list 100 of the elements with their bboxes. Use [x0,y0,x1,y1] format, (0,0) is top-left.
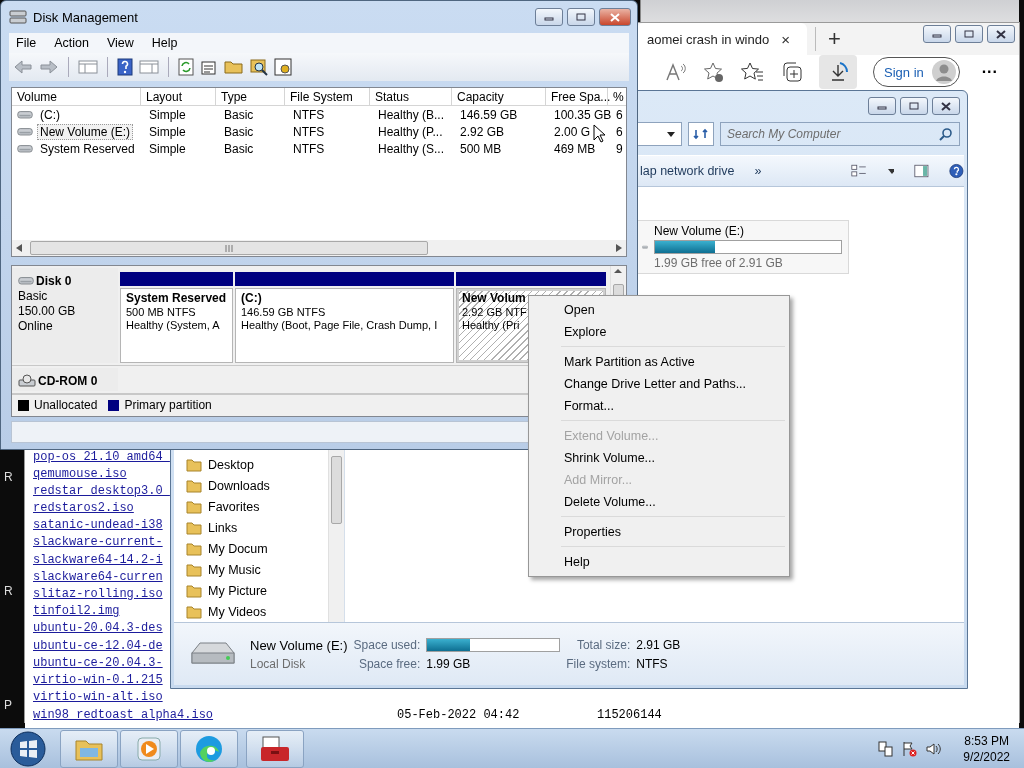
partition-block[interactable]: (C:) 146.59 GB NTFS Healthy (Boot, Page File, Crash Dump, I [235,288,454,363]
menu-item[interactable]: Shrink Volume... [531,447,787,469]
search-field[interactable]: Search My Computer [720,122,960,146]
menu-item[interactable]: Open [531,299,787,321]
menu-item[interactable]: Mark Partition as Active [531,351,787,373]
folder-icon [186,562,202,577]
menu-item[interactable]: Format... [531,395,787,417]
refresh-button[interactable] [688,122,714,146]
scroll-thumb[interactable] [30,241,428,255]
downloads-button[interactable] [819,55,857,89]
file-link[interactable]: tinfoil2.img [33,604,120,619]
left-arrow-icon[interactable] [16,244,22,252]
menu-item[interactable]: View [99,36,141,50]
back-icon[interactable] [13,59,33,75]
add-favorite-icon[interactable] [703,61,725,83]
file-link[interactable]: slackware-current- [33,535,163,550]
file-link[interactable]: slackware64-14.2-i [33,552,163,567]
close-button[interactable] [932,97,960,115]
menu-item[interactable]: File [9,36,44,50]
column-header[interactable]: Layout [141,88,216,106]
file-link[interactable]: virtio-win-alt.iso [33,690,163,705]
right-arrow-icon[interactable] [616,244,622,252]
folder-icon[interactable] [224,59,244,75]
properties-icon[interactable] [200,58,218,76]
column-header[interactable]: Status [370,88,452,106]
help-icon[interactable] [949,162,964,180]
close-button[interactable] [987,25,1015,43]
view-options-icon[interactable] [851,162,868,180]
table-cell[interactable]: New Volume (E:) [37,123,134,140]
column-header[interactable]: Capacity [452,88,546,106]
close-tab-button[interactable]: × [781,30,790,48]
file-link[interactable]: redstaros2.iso [33,501,134,516]
minimize-button[interactable] [868,97,896,115]
more-button[interactable]: ··· [981,63,998,81]
nav-item[interactable]: My Music [186,559,328,580]
menu-item[interactable]: Help [144,36,185,50]
menu-item[interactable]: Help [531,551,787,573]
refresh-icon[interactable] [178,58,194,76]
file-link[interactable]: pop-os_21.10_amd64_ [33,449,170,464]
menu-item[interactable]: Delete Volume... [531,491,787,513]
menu-item[interactable]: Properties [531,521,787,543]
flag-icon[interactable] [901,740,918,757]
nav-item[interactable]: Favorites [186,496,328,517]
preview-pane-icon[interactable] [914,163,930,179]
console-tree-icon[interactable] [78,59,98,75]
file-link[interactable]: satanic-undead-i38 [33,518,163,533]
nav-item[interactable]: My Videos [186,601,328,622]
menu-item[interactable]: Action [47,36,96,50]
forward-icon[interactable] [39,59,59,75]
file-link[interactable]: qemumouse.iso [33,466,127,481]
map-network-drive-button[interactable]: lap network drive [640,164,735,178]
scroll-thumb[interactable] [331,456,342,524]
nav-item[interactable]: My Picture [186,580,328,601]
start-button[interactable] [8,729,48,768]
favorites-icon[interactable] [741,61,765,83]
minimize-button[interactable] [535,8,563,26]
nav-item[interactable]: My Docum [186,538,328,559]
nav-item[interactable]: Downloads [186,475,328,496]
file-link[interactable]: ubuntu-20.04.3-des [33,621,163,636]
sign-in-button[interactable]: Sign in [873,57,960,87]
file-link[interactable]: redstar_desktop3.0_ [33,483,170,498]
nav-item[interactable]: Desktop [186,454,328,475]
menu-item[interactable]: Change Drive Letter and Paths... [531,373,787,395]
network-icon[interactable] [877,740,894,757]
partition-block[interactable]: System Reserved 500 MB NTFS Healthy (System, A [120,288,233,363]
taskbar-button[interactable] [246,729,304,768]
settings-icon[interactable] [274,58,292,76]
minimize-button[interactable] [923,25,951,43]
file-link[interactable]: virtio-win-0.1.215 [33,672,163,687]
read-aloud-icon[interactable] [665,62,687,82]
file-link[interactable]: slackware64-curren [33,569,163,584]
menu-item[interactable]: Explore [531,321,787,343]
column-header[interactable]: Free Spa... [546,88,608,106]
action-pane-icon[interactable] [139,59,159,75]
table-cell[interactable]: System Reserved [37,140,138,157]
column-header[interactable]: File System [285,88,370,106]
speaker-icon[interactable] [925,740,942,757]
drive-tile[interactable]: New Volume (E:) 1.99 GB free of 2.91 GB [635,220,849,274]
maximize-button[interactable] [955,25,983,43]
caret-icon[interactable] [887,168,895,174]
maximize-button[interactable] [567,8,595,26]
help-icon[interactable] [117,58,133,76]
file-link[interactable]: ubuntu-ce-12.04-de [33,638,163,653]
magnifier-icon[interactable] [250,58,268,76]
more-commands-button[interactable]: » [754,164,762,178]
desktop-text: R [4,584,14,598]
browser-tab[interactable]: aomei crash in windo × [637,23,807,55]
column-header[interactable]: Volume [12,88,141,106]
column-header[interactable]: Type [216,88,285,106]
partition-name: System Reserved [126,291,227,305]
nav-item[interactable]: Links [186,517,328,538]
file-link[interactable]: slitaz-rolling.iso [33,587,163,602]
file-link[interactable]: ubuntu-ce-20.04.3- [33,655,163,670]
taskbar-button[interactable] [180,729,238,768]
table-cell[interactable]: (C:) [37,106,63,123]
file-link[interactable]: win98_redtoast_alpha4.iso [33,708,214,723]
collections-icon[interactable] [781,61,803,83]
new-tab-button[interactable]: + [815,27,841,51]
search-icon[interactable] [939,127,953,141]
maximize-button[interactable] [900,97,928,115]
